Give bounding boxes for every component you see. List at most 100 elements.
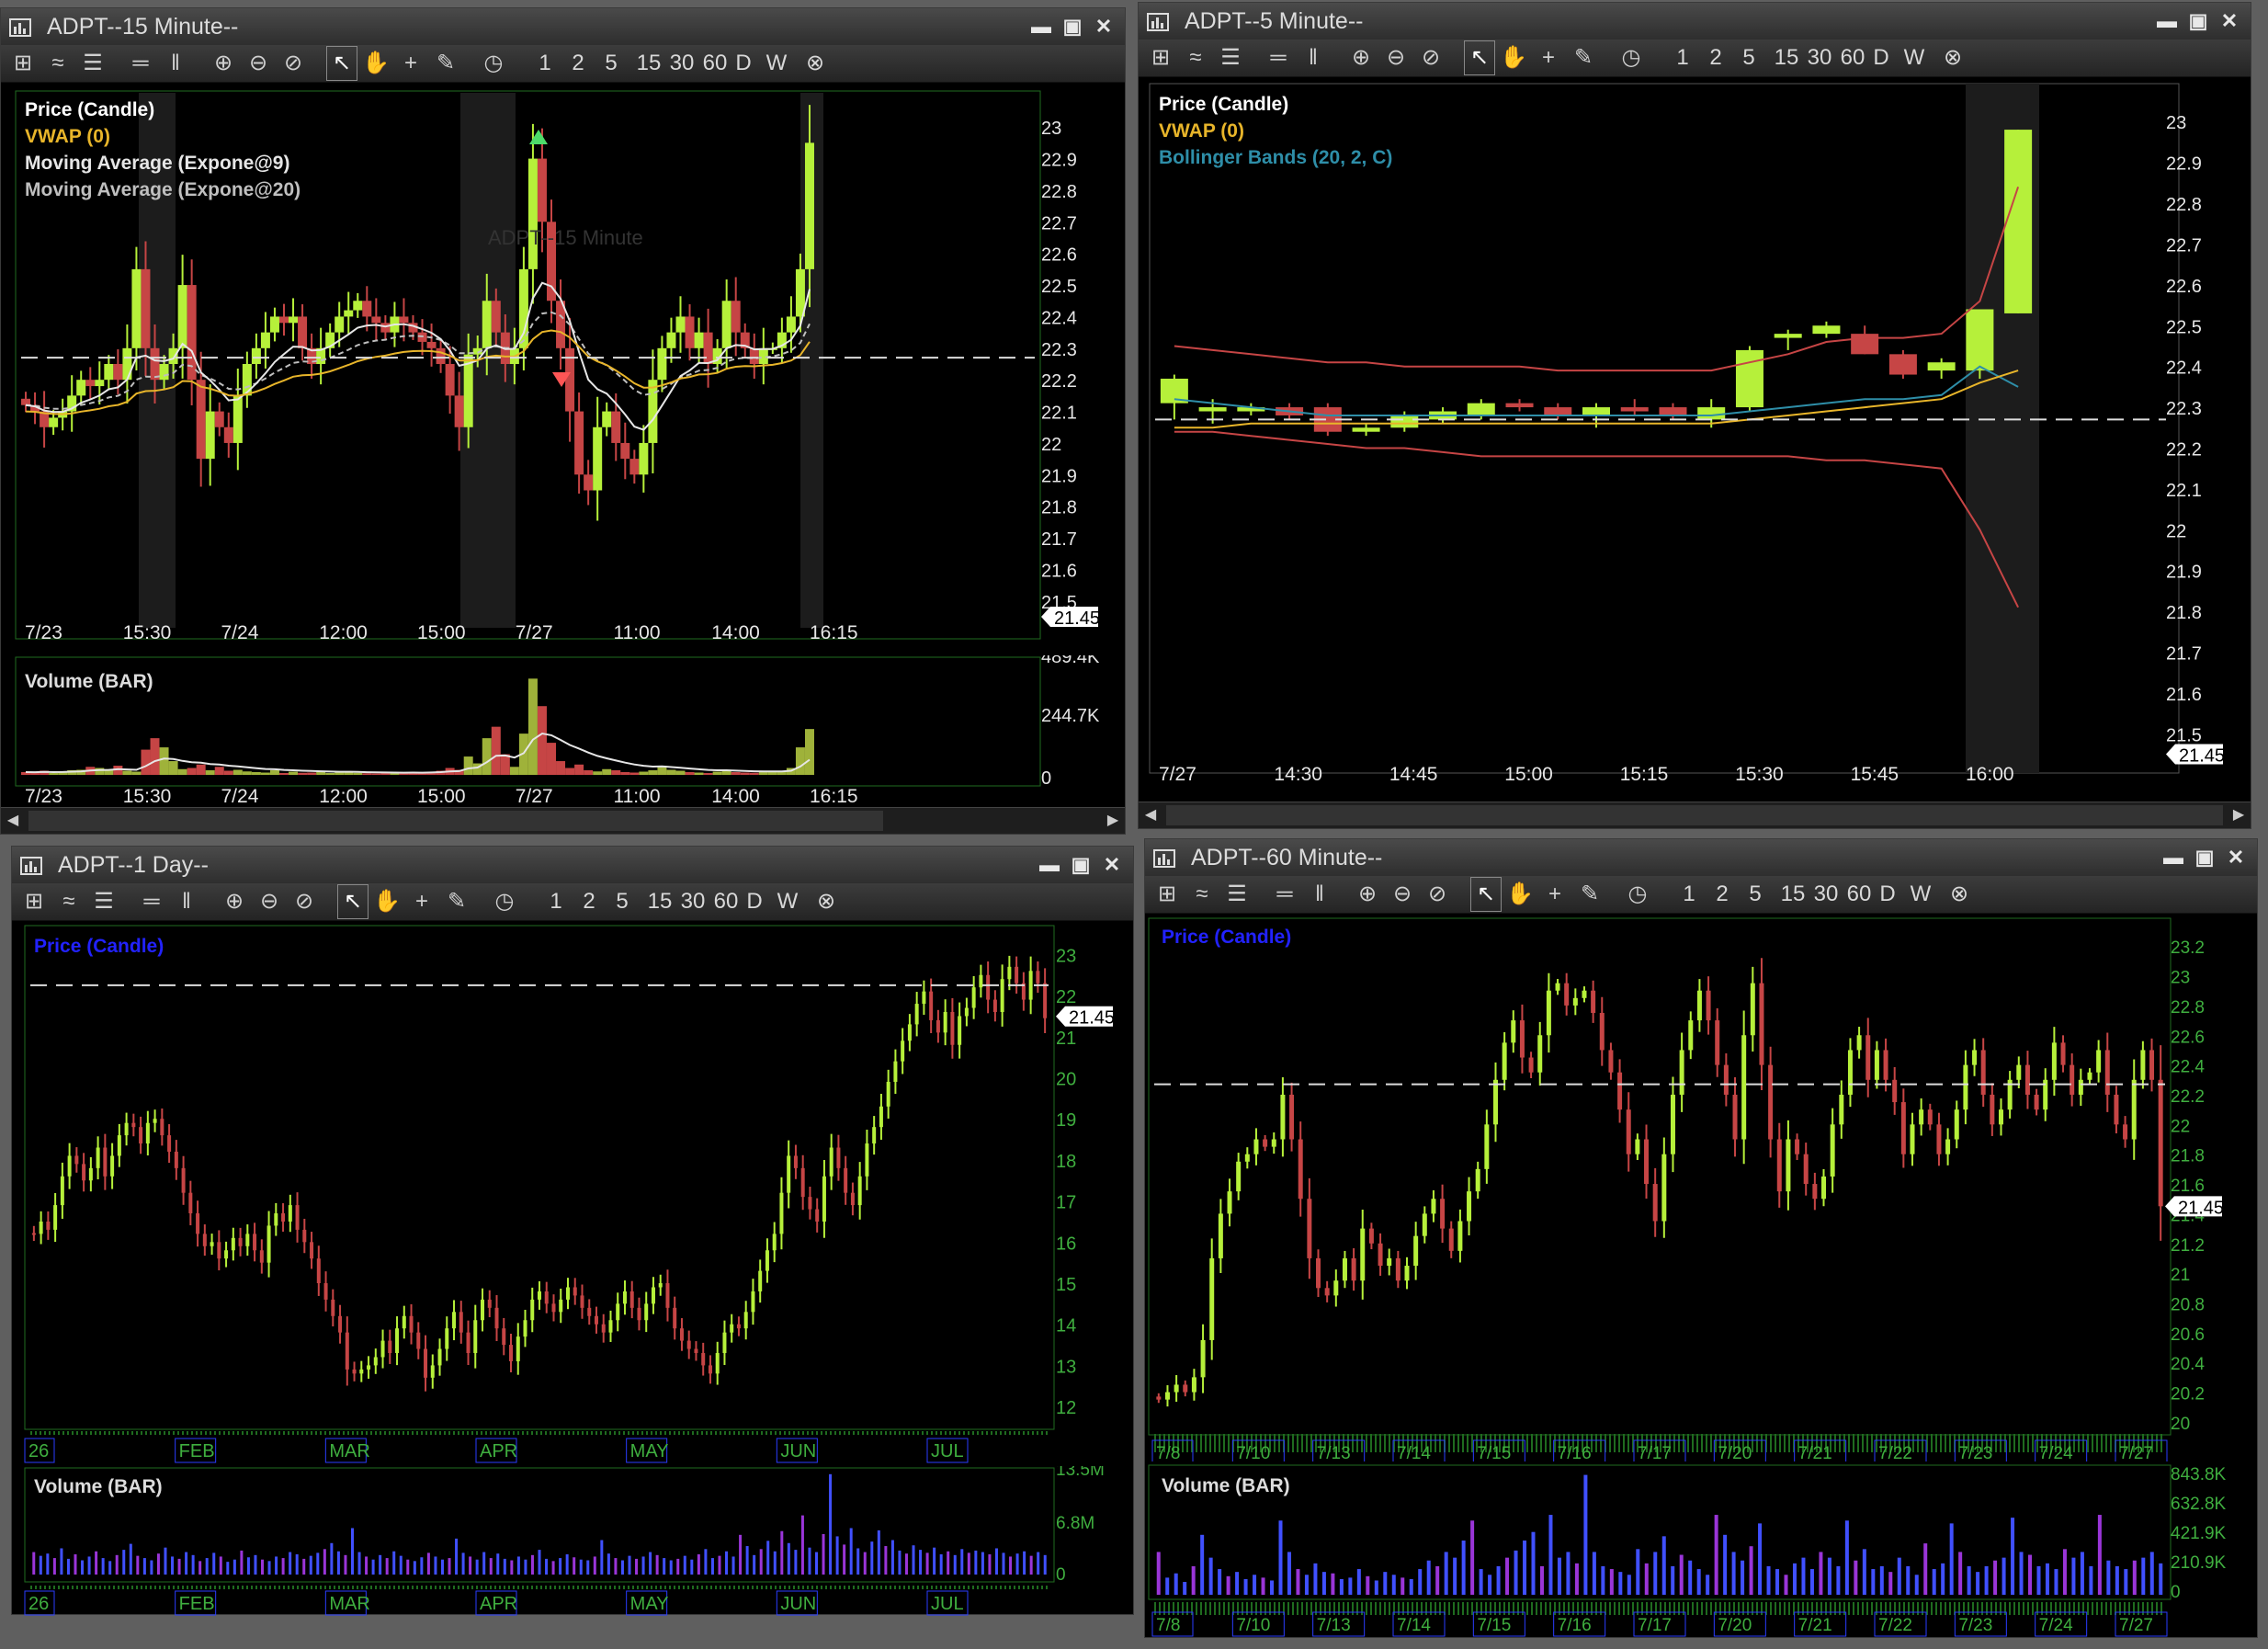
price-panel[interactable]: 23.22322.822.622.422.22221.821.621.421.2… (1145, 915, 2259, 1461)
draw-icon[interactable]: ≈ (54, 883, 84, 920)
zoom-out-icon[interactable]: ⊖ (1381, 40, 1411, 76)
price-chart[interactable]: 23 22 21 20 19 18 17 16 15 14 13 12 21.45 26 FEB MAR APR… (12, 922, 1135, 1466)
volume-chart[interactable]: 843.8K 632.8K 421.9K 210.9K 0 7/8 7/10 7/13 7/14… (1145, 1461, 2259, 1639)
period-button-15[interactable]: 15 (1771, 40, 1802, 76)
volume-panel[interactable]: 489.4K 244.7K 0 7/23 15:30 7/24 12:00 15:00 7/27… (1, 655, 1127, 810)
price-panel[interactable]: 23 22.9 22.8 22.7 22.6 22.5 22.4 22.3 22.2 22.1 22… (1139, 78, 2252, 804)
period-button-1[interactable]: 1 (545, 883, 567, 920)
legend-item[interactable]: Moving Average (Expone@20) (25, 176, 301, 203)
split-icon[interactable]: ═ (126, 45, 155, 82)
zoom-in-icon[interactable]: ⊕ (1346, 40, 1376, 76)
pointer-icon[interactable]: ↖ (1470, 877, 1502, 912)
scroll-left-icon[interactable]: ◀ (1139, 802, 1162, 828)
pointer-icon[interactable]: ↖ (1464, 40, 1495, 75)
hand-icon[interactable]: ✋ (361, 45, 391, 82)
scrollbar-thumb[interactable] (28, 811, 883, 831)
close-icon[interactable]: ✕ (1100, 854, 1124, 876)
close-chart-icon[interactable]: ⊗ (1940, 40, 1966, 76)
period-button-D[interactable]: D (1877, 876, 1899, 913)
close-chart-icon[interactable]: ⊗ (1946, 876, 1972, 913)
hand-icon[interactable]: ✋ (372, 883, 402, 920)
pen-icon[interactable]: ✎ (1569, 40, 1598, 76)
period-button-W[interactable]: W (1910, 876, 1932, 913)
clock-icon[interactable]: ◷ (1623, 876, 1652, 913)
volume-panel[interactable]: 13.5M 6.8M 0 26 FEB MAR APR MAY JUN JUL Volume (B… (12, 1466, 1135, 1616)
zoom-fit-icon[interactable]: ⊘ (289, 883, 319, 920)
price-chart[interactable]: 23.22322.822.622.422.22221.821.621.421.2… (1145, 915, 2259, 1461)
legend-item[interactable]: Price (Candle) (25, 97, 301, 123)
window-titlebar[interactable]: ADPT--15 Minute-- ▬ ▣ ✕ (1, 8, 1125, 45)
hand-icon[interactable]: ✋ (1505, 876, 1535, 913)
close-icon[interactable]: ✕ (1092, 16, 1116, 38)
pause-icon[interactable]: ‖ (1298, 40, 1328, 76)
legend-item[interactable]: VWAP (0) (25, 123, 301, 150)
period-button-5[interactable]: 5 (600, 45, 622, 82)
period-button-60[interactable]: 60 (1843, 876, 1875, 913)
chart-type-icon[interactable]: ⊞ (1146, 40, 1175, 76)
legend-item[interactable]: Moving Average (Expone@9) (25, 150, 301, 176)
scrollbar-thumb[interactable] (1166, 805, 2223, 825)
split-icon[interactable]: ═ (1270, 876, 1299, 913)
period-button-1[interactable]: 1 (1672, 40, 1694, 76)
zoom-out-icon[interactable]: ⊖ (244, 45, 273, 82)
indicator-menu-icon[interactable]: ☰ (78, 45, 108, 82)
maximize-icon[interactable]: ▣ (2186, 10, 2210, 32)
scroll-right-icon[interactable]: ▶ (2227, 802, 2251, 828)
zoom-out-icon[interactable]: ⊖ (1388, 876, 1417, 913)
zoom-in-icon[interactable]: ⊕ (209, 45, 238, 82)
legend-item[interactable]: VWAP (0) (1159, 118, 1392, 144)
volume-panel[interactable]: 843.8K 632.8K 421.9K 210.9K 0 7/8 7/10 7/13 7/14… (1145, 1461, 2259, 1639)
minimize-icon[interactable]: ▬ (2161, 847, 2185, 869)
close-icon[interactable]: ✕ (2217, 10, 2241, 32)
clock-icon[interactable]: ◷ (1616, 40, 1646, 76)
period-button-5[interactable]: 5 (1738, 40, 1760, 76)
period-button-30[interactable]: 30 (666, 45, 697, 82)
window-titlebar[interactable]: ADPT--1 Day-- ▬ ▣ ✕ (12, 847, 1133, 883)
period-button-15[interactable]: 15 (1777, 876, 1809, 913)
indicator-menu-icon[interactable]: ☰ (89, 883, 119, 920)
volume-chart[interactable]: 13.5M 6.8M 0 26 FEB MAR APR MAY JUN JUL (12, 1466, 1135, 1616)
draw-icon[interactable]: ≈ (1181, 40, 1210, 76)
price-chart[interactable]: 23 22.9 22.8 22.7 22.6 22.5 22.4 22.3 22.2 22.1 22… (1139, 78, 2252, 804)
maximize-icon[interactable]: ▣ (1069, 854, 1093, 876)
clock-icon[interactable]: ◷ (479, 45, 508, 82)
close-chart-icon[interactable]: ⊗ (802, 45, 828, 82)
chart-type-icon[interactable]: ⊞ (8, 45, 38, 82)
period-button-2[interactable]: 2 (567, 45, 589, 82)
period-button-5[interactable]: 5 (611, 883, 633, 920)
pointer-icon[interactable]: ↖ (337, 884, 369, 919)
zoom-in-icon[interactable]: ⊕ (1353, 876, 1382, 913)
close-chart-icon[interactable]: ⊗ (813, 883, 839, 920)
pen-icon[interactable]: ✎ (431, 45, 460, 82)
indicator-menu-icon[interactable]: ☰ (1216, 40, 1245, 76)
period-button-30[interactable]: 30 (677, 883, 709, 920)
volume-chart[interactable]: 489.4K 244.7K 0 7/23 15:30 7/24 12:00 15:00 7/27… (1, 655, 1127, 810)
period-button-60[interactable]: 60 (699, 45, 731, 82)
period-button-1[interactable]: 1 (1678, 876, 1700, 913)
zoom-fit-icon[interactable]: ⊘ (278, 45, 308, 82)
pen-icon[interactable]: ✎ (1575, 876, 1605, 913)
price-panel[interactable]: 23 22 21 20 19 18 17 16 15 14 13 12 21.45 26 FEB MAR APR… (12, 922, 1135, 1466)
scroll-left-icon[interactable]: ◀ (1, 808, 25, 834)
price-panel[interactable]: ADPT--15 Minute 23 22.9 22.8 22.7 22.6 22.5 22.… (1, 84, 1127, 655)
legend-item[interactable]: Price (Candle) (1162, 924, 1291, 950)
period-button-60[interactable]: 60 (710, 883, 742, 920)
period-button-W[interactable]: W (777, 883, 799, 920)
draw-icon[interactable]: ≈ (1187, 876, 1217, 913)
draw-icon[interactable]: ≈ (43, 45, 73, 82)
crosshair-icon[interactable]: + (396, 45, 425, 82)
horizontal-scrollbar[interactable]: ◀ ▶ (1, 807, 1125, 834)
split-icon[interactable]: ═ (137, 883, 166, 920)
period-button-60[interactable]: 60 (1837, 40, 1868, 76)
period-button-D[interactable]: D (743, 883, 765, 920)
zoom-in-icon[interactable]: ⊕ (220, 883, 249, 920)
crosshair-icon[interactable]: + (1534, 40, 1563, 76)
minimize-icon[interactable]: ▬ (1038, 854, 1061, 876)
period-button-5[interactable]: 5 (1744, 876, 1766, 913)
window-titlebar[interactable]: ADPT--60 Minute-- ▬ ▣ ✕ (1145, 839, 2257, 876)
crosshair-icon[interactable]: + (407, 883, 437, 920)
chart-type-icon[interactable]: ⊞ (1152, 876, 1182, 913)
period-button-30[interactable]: 30 (1804, 40, 1835, 76)
period-button-W[interactable]: W (1903, 40, 1925, 76)
maximize-icon[interactable]: ▣ (2193, 847, 2217, 869)
